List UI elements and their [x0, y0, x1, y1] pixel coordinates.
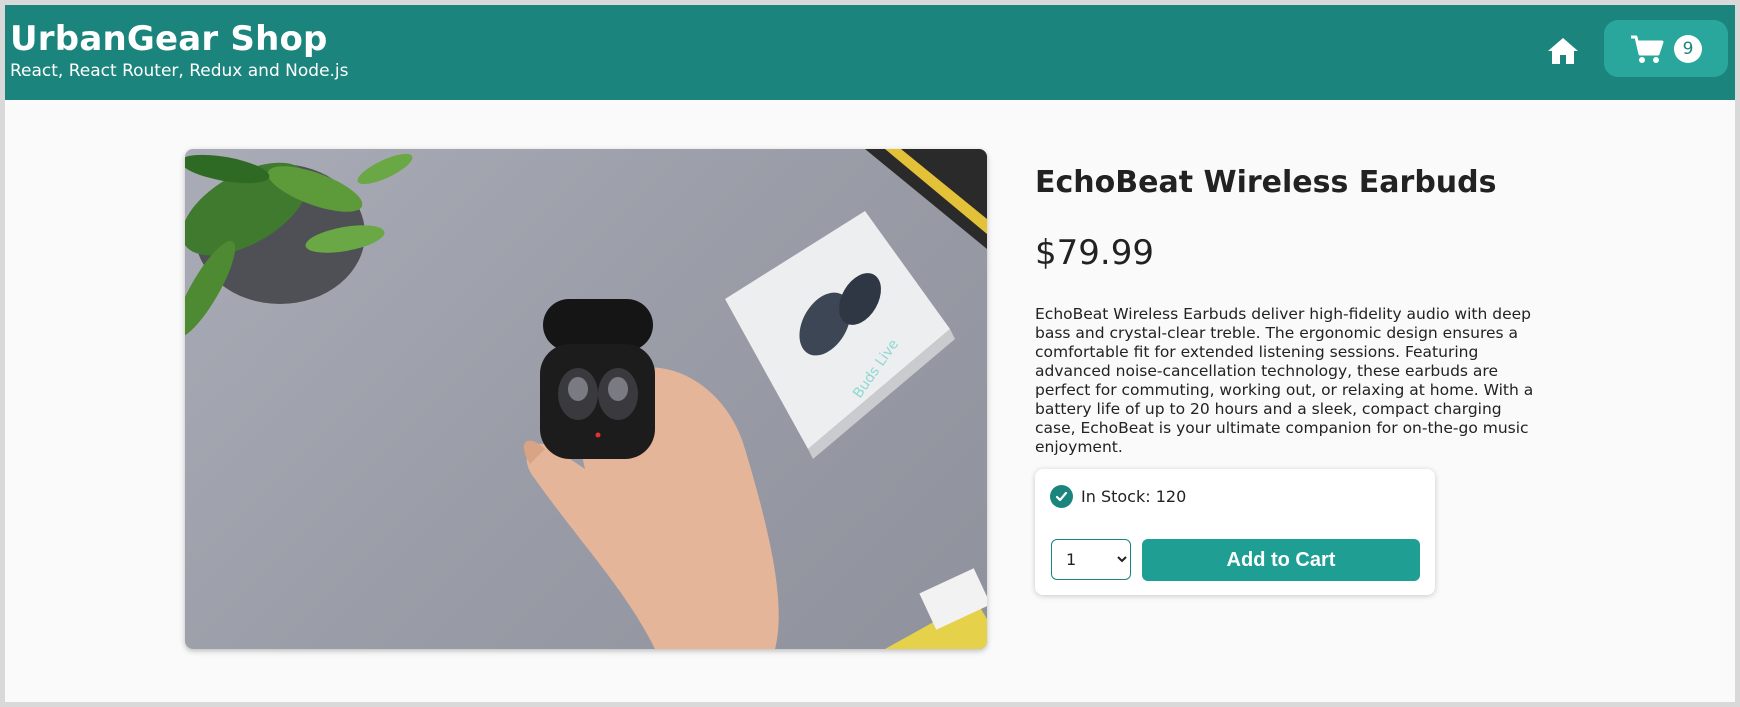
product-description: EchoBeat Wireless Earbuds deliver high-f… [1035, 305, 1534, 456]
quantity-select[interactable]: 1 [1051, 539, 1131, 580]
cart-icon [1631, 35, 1664, 63]
add-to-cart-button[interactable]: Add to Cart [1142, 539, 1420, 581]
stock-status: In Stock: 120 [1050, 485, 1186, 508]
earbuds-case [540, 299, 655, 459]
ruler-decoration [865, 149, 987, 249]
check-circle-icon [1050, 485, 1073, 508]
top-navbar: UrbanGear Shop React, React Router, Redu… [5, 5, 1735, 100]
purchase-card: In Stock: 120 1 Add to Cart [1035, 469, 1435, 595]
plant-decoration [185, 153, 413, 338]
cart-button[interactable]: 9 [1604, 20, 1728, 77]
notes-decoration [885, 568, 987, 649]
stock-label: In Stock: 120 [1081, 487, 1187, 506]
home-button[interactable] [1543, 33, 1583, 69]
app-frame: UrbanGear Shop React, React Router, Redu… [5, 5, 1735, 702]
product-price: $79.99 [1035, 233, 1154, 273]
product-image: Buds Live [185, 149, 987, 649]
brand-subtitle: React, React Router, Redux and Node.js [10, 61, 349, 81]
earbuds-box: Buds Live [725, 211, 955, 459]
cart-count-badge: 9 [1674, 34, 1702, 63]
home-icon [1548, 38, 1578, 64]
brand-title[interactable]: UrbanGear Shop [10, 19, 328, 59]
product-title: EchoBeat Wireless Earbuds [1035, 165, 1497, 200]
